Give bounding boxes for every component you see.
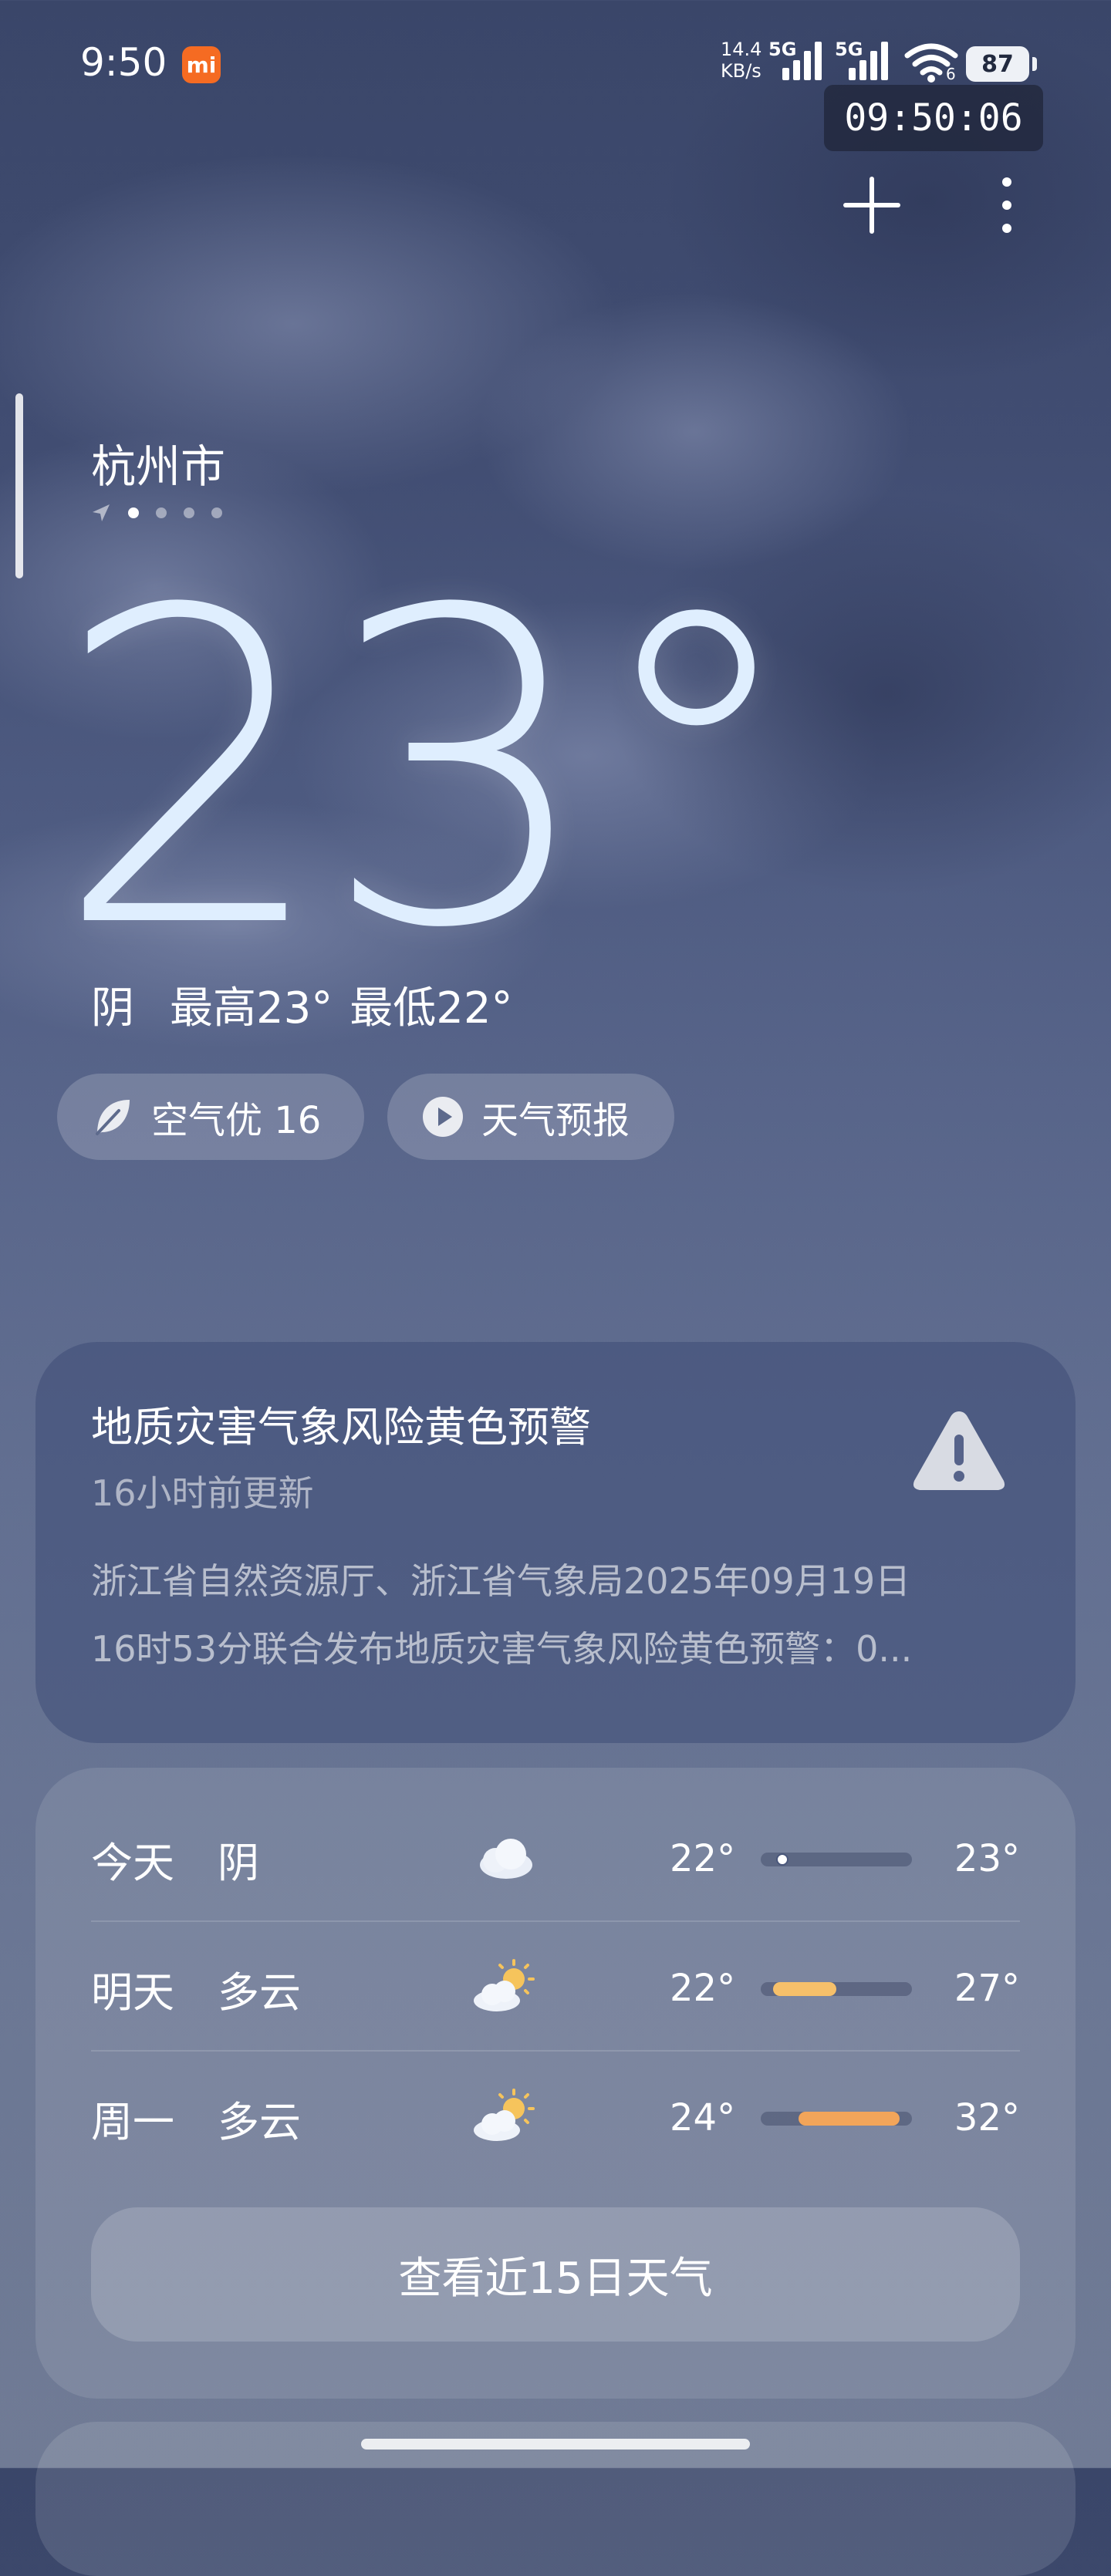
warning-line-1: 浙江省自然资源厅、浙江省气象局2025年09月19日 (91, 1560, 911, 1602)
clock-overlay: 09:50:06 (824, 85, 1043, 151)
mi-notification-icon: mi (182, 46, 221, 83)
page-dot (184, 507, 194, 518)
forecast-condition: 多云 (218, 2097, 301, 2146)
forecast-low: 24° (670, 2096, 736, 2139)
side-handle[interactable] (15, 393, 23, 578)
warning-triangle-icon (913, 1411, 1005, 1490)
row-divider (91, 2050, 1020, 2052)
forecast-row[interactable]: 明天 多云 22° 27° (91, 1924, 1020, 2053)
low-temp: 最低22° (350, 983, 513, 1033)
temp-range-fill (799, 2112, 900, 2126)
current-condition: 阴 (91, 983, 134, 1033)
forecast-day: 周一 (91, 2097, 174, 2146)
forecast-day: 今天 (91, 1838, 174, 1887)
network-speed: 14.4 KB/s (721, 39, 761, 82)
temp-range-bar (761, 1853, 912, 1866)
forecast-high: 23° (954, 1837, 1020, 1880)
warning-body: 浙江省自然资源厅、浙江省气象局2025年09月19日 16时53分联合发布地质灾… (91, 1547, 1025, 1683)
weather-summary: 阴 最高23° 最低22° (91, 973, 513, 1036)
forecast-condition: 多云 (218, 1967, 301, 2017)
partly-cloudy-icon (474, 1959, 535, 2011)
air-quality-label: 空气优 16 (151, 1099, 322, 1142)
page-dot (128, 507, 139, 518)
warning-updated: 16小时前更新 (91, 1472, 314, 1514)
forecast-condition: 阴 (218, 1838, 259, 1887)
forecast-high: 27° (954, 1967, 1020, 2010)
warning-title: 地质灾害气象风险黄色预警 (91, 1403, 591, 1452)
network-speed-unit: KB/s (721, 60, 761, 82)
temp-range-fill (773, 1982, 836, 1996)
page-dot (211, 507, 222, 518)
current-temperature: 23° (54, 520, 805, 1023)
row-divider (91, 1920, 1020, 1922)
view-15-day-button[interactable]: 查看近15日天气 (91, 2207, 1020, 2342)
current-temp-marker (776, 1853, 789, 1866)
forecast-low: 22° (670, 1837, 736, 1880)
forecast-row[interactable]: 周一 多云 24° 32° (91, 2053, 1020, 2183)
temp-range-bar (761, 1982, 912, 1996)
high-temp: 最高23° (170, 983, 333, 1033)
signal-icon-2 (849, 42, 888, 80)
forecast-video-label: 天气预报 (481, 1099, 630, 1142)
page-dot (156, 507, 167, 518)
forecast-day: 明天 (91, 1967, 174, 2017)
battery-icon: 87 (966, 46, 1037, 82)
home-indicator[interactable] (361, 2439, 750, 2450)
play-icon (423, 1097, 463, 1137)
wifi-badge: 6 (946, 65, 956, 83)
network-speed-value: 14.4 (721, 39, 762, 60)
leaf-icon (96, 1100, 130, 1135)
more-options-icon[interactable] (980, 174, 1034, 236)
forecast-video-chip[interactable]: 天气预报 (387, 1074, 674, 1160)
forecast-high: 32° (954, 2096, 1020, 2139)
forecast-low: 22° (670, 1967, 736, 2010)
add-city-button[interactable] (841, 174, 903, 236)
partly-cloudy-icon (474, 2089, 535, 2141)
warning-line-2: 16时53分联合发布地质灾害气象风险黄色预警：0... (91, 1628, 913, 1670)
city-name[interactable]: 杭州市 (91, 430, 225, 495)
temp-range-bar (761, 2112, 912, 2126)
cloudy-icon (480, 1839, 532, 1879)
air-quality-chip[interactable]: 空气优 16 (57, 1074, 364, 1160)
status-time: 9:50 (80, 40, 167, 85)
signal-icon (782, 42, 822, 80)
forecast-row[interactable]: 今天 阴 22° 23° (91, 1794, 1020, 1924)
